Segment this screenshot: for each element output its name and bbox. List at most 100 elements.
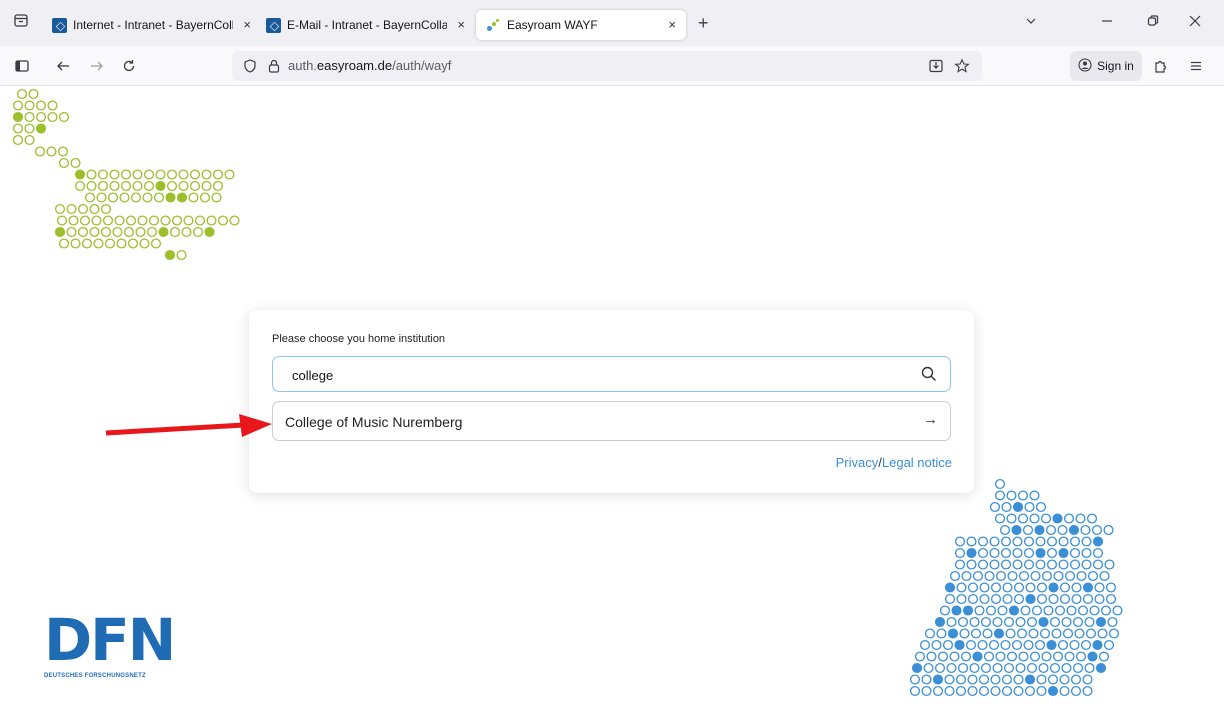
back-icon[interactable] bbox=[55, 58, 71, 78]
network-node bbox=[12, 100, 24, 111]
tab-intranet[interactable]: Internet - Intranet - BayernCollab × bbox=[52, 10, 257, 40]
tab-list-icon[interactable] bbox=[13, 12, 29, 32]
network-node bbox=[983, 651, 995, 662]
network-node bbox=[1018, 570, 1030, 582]
network-node bbox=[972, 570, 984, 582]
network-node bbox=[229, 215, 240, 226]
network-node bbox=[74, 169, 86, 180]
network-node bbox=[1003, 662, 1015, 674]
page-content: Please choose you home institution colle… bbox=[0, 86, 1224, 716]
network-node bbox=[966, 536, 977, 547]
close-window-icon[interactable] bbox=[1188, 14, 1202, 32]
network-node bbox=[116, 238, 127, 249]
network-node bbox=[1064, 570, 1076, 582]
network-node bbox=[130, 192, 142, 203]
network-node bbox=[962, 605, 974, 616]
network-node bbox=[944, 593, 956, 605]
network-node bbox=[1059, 582, 1071, 593]
network-node bbox=[1084, 662, 1095, 674]
network-node bbox=[57, 146, 69, 157]
institution-result-item[interactable]: College of Music Nuremberg → bbox=[272, 401, 951, 441]
minimize-icon[interactable] bbox=[1100, 14, 1114, 32]
network-node bbox=[931, 639, 942, 651]
footer-links: Privacy/Legal notice bbox=[836, 455, 952, 470]
network-node bbox=[1052, 513, 1063, 524]
network-node bbox=[923, 662, 934, 674]
bookmark-star-icon[interactable] bbox=[954, 58, 970, 78]
save-page-icon[interactable] bbox=[928, 58, 944, 78]
network-node bbox=[114, 215, 125, 226]
network-node bbox=[35, 123, 47, 134]
network-node bbox=[125, 215, 137, 226]
reload-icon[interactable] bbox=[121, 58, 137, 78]
network-node bbox=[921, 674, 932, 685]
network-node bbox=[1012, 547, 1023, 559]
lock-icon[interactable] bbox=[266, 58, 282, 78]
address-bar[interactable]: auth.easyroam.de/auth/wayf bbox=[232, 51, 982, 81]
network-node bbox=[1071, 593, 1082, 605]
institution-search-input[interactable]: college bbox=[272, 356, 951, 392]
network-node bbox=[944, 685, 955, 697]
network-node bbox=[955, 685, 967, 697]
network-node bbox=[954, 639, 965, 651]
network-node bbox=[956, 582, 967, 593]
network-node bbox=[194, 215, 206, 226]
network-node bbox=[1024, 501, 1035, 513]
restore-icon[interactable] bbox=[1146, 14, 1160, 32]
url-text[interactable]: auth.easyroam.de/auth/wayf bbox=[288, 58, 451, 73]
new-tab-icon[interactable]: + bbox=[698, 13, 709, 34]
forward-icon bbox=[89, 58, 105, 78]
network-node bbox=[1054, 605, 1066, 616]
network-node bbox=[960, 651, 972, 662]
network-node bbox=[1013, 582, 1025, 593]
network-node bbox=[934, 616, 946, 628]
network-node bbox=[974, 605, 985, 616]
shield-icon[interactable] bbox=[242, 58, 258, 78]
network-node bbox=[1105, 593, 1117, 605]
network-node bbox=[155, 169, 166, 180]
network-node bbox=[1094, 582, 1105, 593]
network-node bbox=[96, 192, 107, 203]
network-node bbox=[1000, 547, 1012, 559]
network-node bbox=[1098, 651, 1110, 662]
tab-email[interactable]: E-Mail - Intranet - BayernCollab × bbox=[266, 10, 471, 40]
network-node bbox=[1020, 605, 1031, 616]
tab-easyroam[interactable]: Easyroam WAYF × bbox=[476, 10, 686, 40]
network-node bbox=[97, 169, 109, 180]
network-node bbox=[967, 582, 979, 593]
network-node bbox=[1015, 662, 1026, 674]
network-node bbox=[1006, 651, 1018, 662]
network-node bbox=[1046, 547, 1058, 559]
extensions-icon[interactable] bbox=[1152, 58, 1168, 78]
sidebar-icon[interactable] bbox=[14, 58, 30, 78]
network-node bbox=[1023, 639, 1034, 651]
dfn-logo-letters: DFN bbox=[44, 606, 176, 674]
network-node bbox=[1058, 559, 1069, 570]
network-node bbox=[989, 559, 1000, 570]
close-tab-icon[interactable]: × bbox=[243, 17, 251, 32]
network-map-decoration bbox=[909, 478, 1123, 697]
network-node bbox=[1100, 605, 1112, 616]
url-prefix: auth. bbox=[288, 58, 317, 73]
network-node bbox=[132, 180, 143, 192]
network-node bbox=[1047, 685, 1059, 697]
close-tab-icon[interactable]: × bbox=[457, 17, 465, 32]
legal-notice-link[interactable]: Legal notice bbox=[882, 455, 952, 470]
sign-in-button[interactable]: Sign in bbox=[1070, 51, 1142, 81]
search-icon[interactable] bbox=[920, 365, 938, 388]
network-map-decoration bbox=[12, 88, 240, 261]
network-node bbox=[1013, 593, 1025, 605]
institution-name: College of Music Nuremberg bbox=[285, 414, 463, 430]
network-node bbox=[89, 226, 100, 238]
network-node bbox=[91, 215, 102, 226]
chevron-down-icon[interactable] bbox=[1024, 14, 1038, 32]
close-tab-icon[interactable]: × bbox=[668, 17, 676, 32]
privacy-link[interactable]: Privacy bbox=[836, 455, 879, 470]
network-node bbox=[1070, 674, 1082, 685]
network-node bbox=[1046, 559, 1058, 570]
network-node bbox=[937, 651, 949, 662]
network-node bbox=[1080, 524, 1091, 536]
menu-icon[interactable] bbox=[1188, 58, 1204, 78]
network-node bbox=[102, 215, 114, 226]
network-node bbox=[955, 674, 967, 685]
